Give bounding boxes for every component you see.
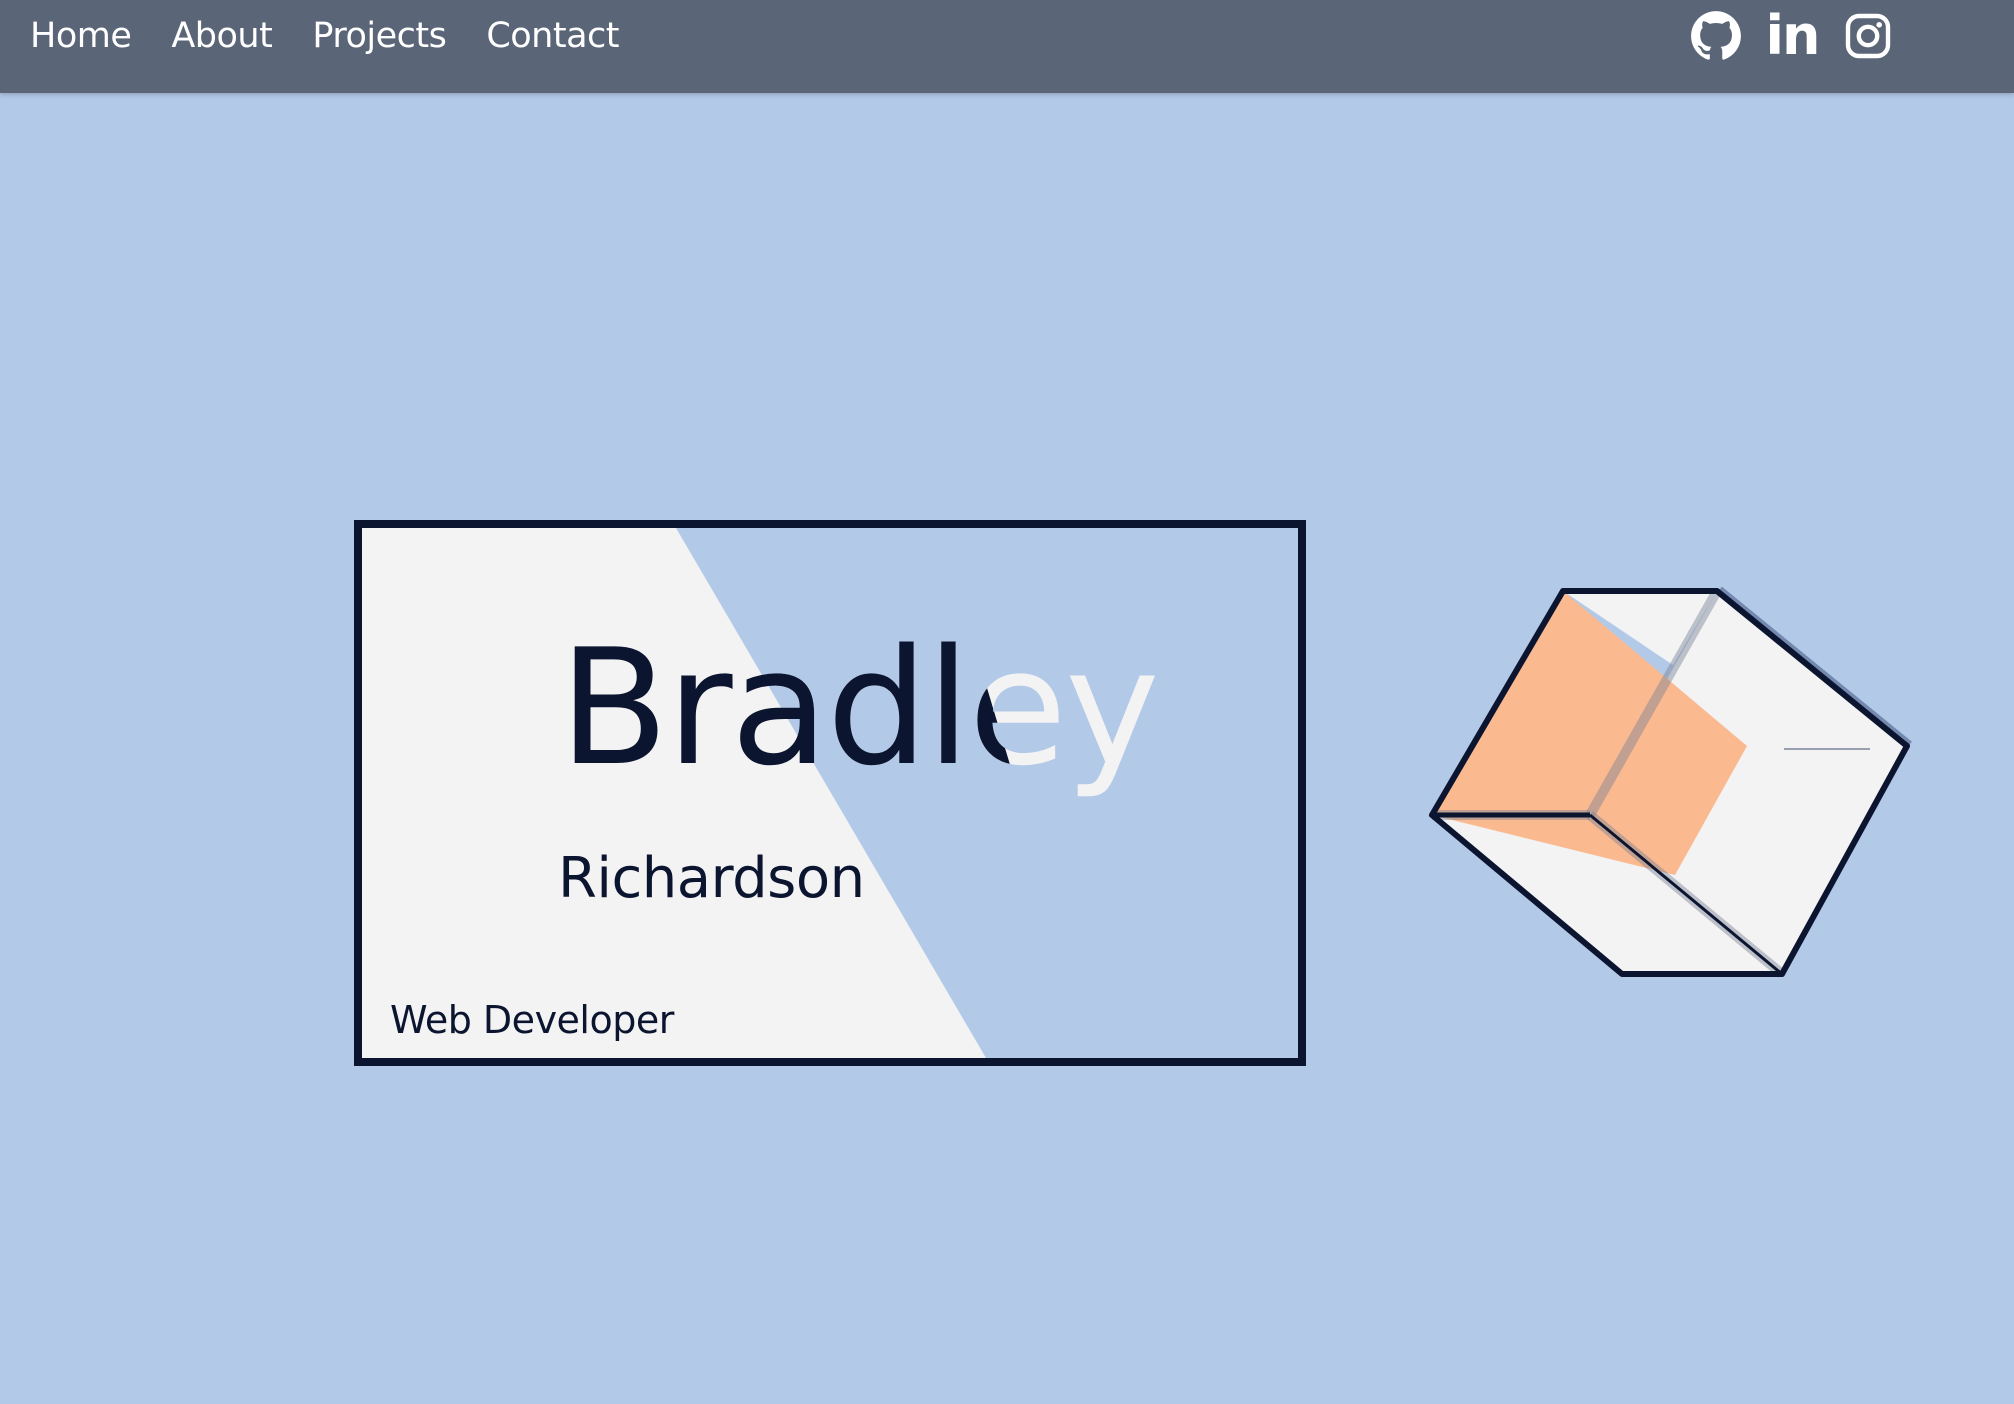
nav-link-contact[interactable]: Contact — [486, 16, 619, 56]
first-name: Bradley Bradley — [559, 628, 1160, 788]
job-title: Web Developer — [390, 998, 674, 1042]
top-navbar: Home About Projects Contact in — [0, 0, 2014, 93]
nav-link-about[interactable]: About — [171, 16, 272, 56]
linkedin-icon[interactable]: in — [1765, 4, 1821, 67]
cube-graphic — [1429, 586, 1912, 978]
nav-links: Home About Projects Contact — [30, 0, 619, 72]
github-icon[interactable] — [1690, 10, 1742, 62]
name-card: Bradley Bradley Richardson Web Developer — [354, 520, 1306, 1066]
linkedin-glyph: in — [1765, 4, 1821, 67]
last-name: Richardson — [558, 846, 865, 911]
instagram-icon[interactable] — [1842, 10, 1894, 62]
nav-link-projects[interactable]: Projects — [312, 16, 446, 56]
nav-link-home[interactable]: Home — [30, 16, 132, 56]
social-links: in — [1690, 0, 1894, 72]
